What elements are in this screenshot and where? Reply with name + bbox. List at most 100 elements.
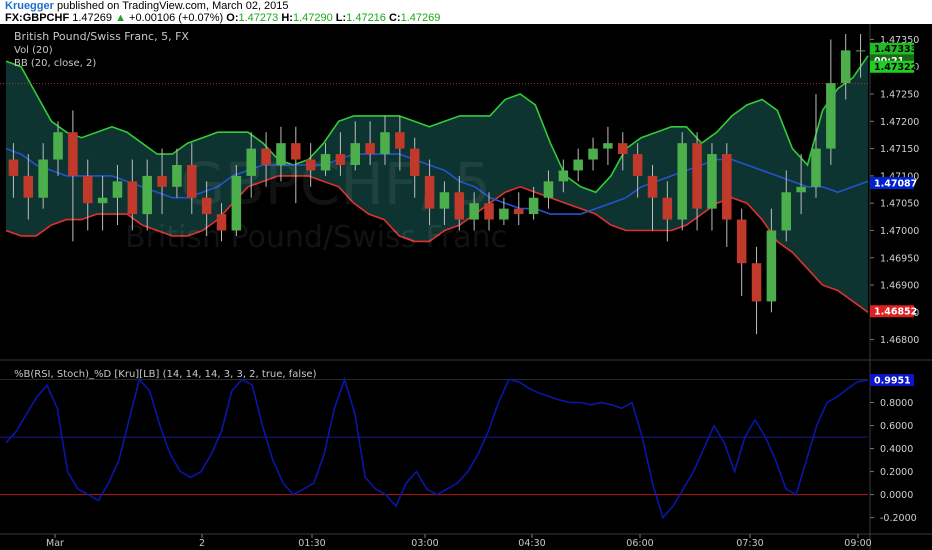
time-tick-label: 06:00 bbox=[626, 538, 653, 549]
ohlc-line: FX:GBPCHF 1.47269 ▲ +0.00106 (+0.07%) O:… bbox=[5, 12, 440, 24]
time-tick-label: 01:30 bbox=[298, 538, 325, 549]
candle-body bbox=[543, 181, 554, 198]
candle-body bbox=[707, 154, 717, 209]
last-price-tag: 1.47333 bbox=[870, 42, 917, 55]
time-tick-label: 07:30 bbox=[736, 538, 763, 549]
candle-body bbox=[632, 154, 643, 176]
candle-body bbox=[692, 143, 702, 209]
candle-body bbox=[320, 154, 331, 171]
basis-tag: 1.47087 bbox=[870, 176, 917, 189]
candle-body bbox=[677, 143, 687, 220]
candle-body bbox=[38, 159, 48, 198]
candle-body bbox=[365, 143, 375, 155]
chart-canvas[interactable]: GBPCHF, 5 British Pound/Swiss Franc 1.47… bbox=[0, 24, 932, 550]
oscillator-tick-label: 0.4000 bbox=[880, 444, 913, 455]
price-tick-label: 1.47000 bbox=[880, 226, 919, 237]
candle-body bbox=[291, 143, 301, 160]
candle-body bbox=[305, 159, 316, 171]
candle bbox=[677, 132, 687, 231]
candle-body bbox=[112, 181, 123, 198]
last-price: 1.47269 bbox=[72, 12, 112, 24]
candle-body bbox=[335, 154, 346, 165]
candle-body bbox=[409, 148, 420, 176]
basis-tag-text: 1.47087 bbox=[874, 178, 917, 189]
candle-body bbox=[781, 192, 792, 231]
watermark-name: British Pound/Swiss Franc bbox=[125, 220, 507, 255]
oscillator-tick-label: 0.0000 bbox=[880, 490, 913, 501]
upper-band-tag-text: 1.47322 bbox=[874, 62, 917, 73]
up-arrow-icon: ▲ bbox=[115, 12, 126, 24]
bb-legend[interactable]: BB (20, close, 2) bbox=[14, 58, 96, 69]
candle-body bbox=[142, 175, 152, 215]
candle-body bbox=[722, 154, 732, 220]
time-tick-label: Mar bbox=[46, 538, 64, 549]
candle-body bbox=[172, 164, 182, 187]
price-tick-label: 1.46950 bbox=[880, 253, 919, 264]
candle-body bbox=[424, 175, 435, 209]
publish-line: Kruegger published on TradingView.com, M… bbox=[5, 0, 289, 12]
candle-body bbox=[157, 175, 167, 187]
candle-body bbox=[350, 143, 361, 165]
chart-title: British Pound/Swiss Franc, 5, FX bbox=[14, 30, 189, 43]
close-value: 1.47269 bbox=[400, 12, 441, 24]
last-price-tag-text: 1.47333 bbox=[874, 44, 917, 55]
chart-background bbox=[0, 24, 932, 550]
upper-band-tag: 1.47322 bbox=[870, 60, 917, 73]
candle-body bbox=[68, 132, 78, 176]
candle-body bbox=[261, 148, 271, 165]
price-tick-label: 1.47050 bbox=[880, 199, 919, 210]
low-label: L: bbox=[335, 12, 347, 24]
candle-body bbox=[736, 219, 747, 264]
oscillator-tick-label: -0.2000 bbox=[880, 513, 917, 524]
candle-body bbox=[82, 175, 93, 204]
candle-body bbox=[826, 83, 836, 149]
candle-body bbox=[216, 214, 227, 231]
high-value: 1.47290 bbox=[292, 12, 333, 24]
candle-body bbox=[231, 175, 242, 231]
candle-body bbox=[454, 192, 465, 220]
price-tick-label: 1.47150 bbox=[880, 144, 919, 155]
publish-header: Kruegger published on TradingView.com, M… bbox=[0, 0, 932, 24]
price-tick-label: 1.46800 bbox=[880, 335, 919, 346]
candle-body bbox=[187, 164, 197, 198]
candle-body bbox=[23, 175, 34, 198]
high-label: H: bbox=[281, 12, 293, 24]
candle-body bbox=[811, 148, 821, 187]
oscillator-legend[interactable]: %B(RSI, Stoch)_%D [Kru][LB] (14, 14, 14,… bbox=[14, 369, 317, 380]
candle-body bbox=[840, 50, 851, 84]
candle-body bbox=[766, 230, 777, 302]
candle-body bbox=[127, 181, 138, 215]
candle-body bbox=[53, 132, 63, 160]
vol-legend[interactable]: Vol (20) bbox=[14, 45, 53, 56]
symbol: FX:GBPCHF bbox=[5, 12, 70, 24]
publish-info: published on TradingView.com, March 02, … bbox=[56, 0, 289, 12]
time-tick-label: 04:30 bbox=[518, 538, 545, 549]
low-value: 1.47216 bbox=[346, 12, 386, 24]
candle-body bbox=[647, 175, 658, 198]
candle-body bbox=[499, 208, 509, 220]
candle-body bbox=[513, 208, 524, 215]
candle-body bbox=[751, 263, 762, 302]
open-label: O: bbox=[226, 12, 239, 24]
lower-band-tag-text: 1.46852 bbox=[874, 307, 917, 318]
candle-body bbox=[603, 143, 613, 149]
candle-body bbox=[380, 132, 390, 155]
oscillator-last-tag: 0.9951 bbox=[870, 374, 914, 387]
oscillator-last-tag-text: 0.9951 bbox=[874, 376, 911, 387]
candle-body bbox=[796, 186, 806, 193]
candle-body bbox=[246, 148, 256, 176]
candle-body bbox=[395, 132, 405, 149]
candle-body bbox=[276, 143, 286, 165]
candle-body bbox=[618, 143, 628, 155]
candle-body bbox=[855, 50, 866, 52]
candle-body bbox=[484, 203, 494, 220]
time-tick-label: 2 bbox=[199, 538, 205, 549]
candle-body bbox=[662, 197, 673, 220]
candle-body bbox=[469, 203, 479, 220]
candle-body bbox=[97, 197, 108, 204]
time-tick-label: 03:00 bbox=[411, 538, 438, 549]
open-value: 1.47273 bbox=[238, 12, 279, 24]
candle-body bbox=[8, 159, 19, 176]
author-link[interactable]: Kruegger bbox=[5, 0, 54, 12]
oscillator-tick-label: 0.6000 bbox=[880, 421, 913, 432]
